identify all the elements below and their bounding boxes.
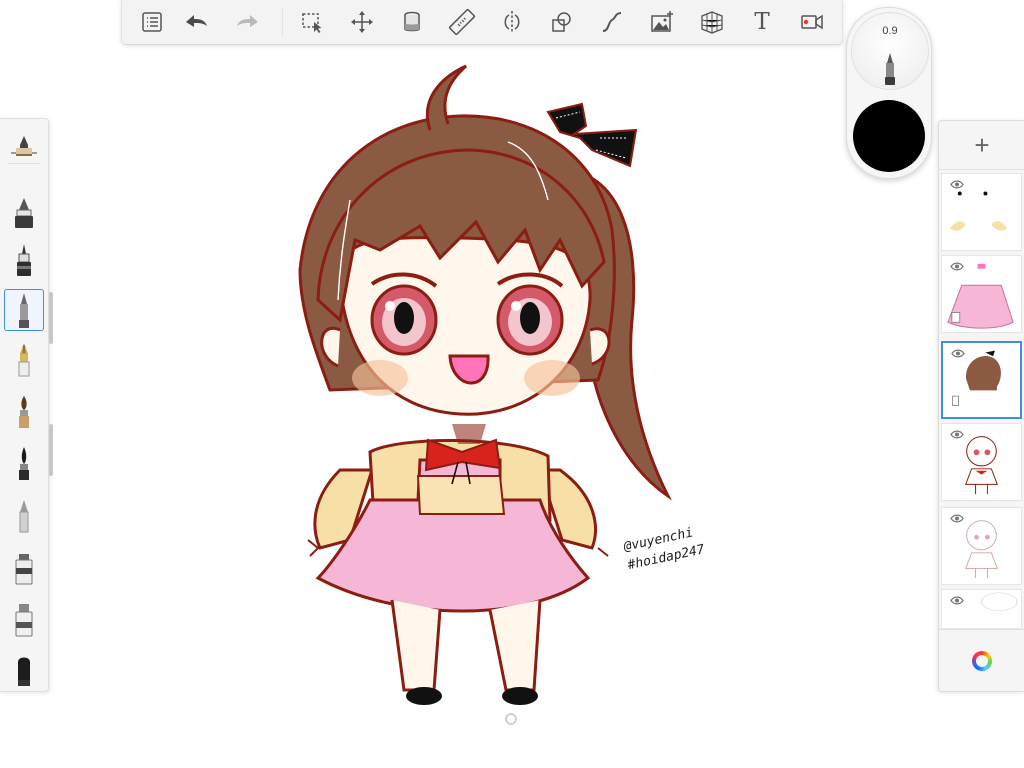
- brush-marker-tip[interactable]: [4, 147, 44, 189]
- move-transform-icon: [351, 11, 373, 33]
- layer-eyes-hands-layer[interactable]: [941, 173, 1022, 251]
- color-wheel-icon[interactable]: [972, 651, 992, 671]
- eye-icon[interactable]: [950, 596, 964, 605]
- brush-pencil[interactable]: [4, 495, 44, 537]
- brush-palette: [0, 118, 49, 692]
- eye-icon[interactable]: [950, 514, 964, 523]
- paint-bucket-icon: [404, 11, 420, 32]
- curve-stroke-icon: [602, 12, 622, 32]
- pencil-icon: [19, 500, 29, 533]
- stroke-button[interactable]: [596, 6, 628, 38]
- legs: [390, 599, 542, 692]
- left-blush: [352, 360, 408, 396]
- text-button[interactable]: T: [746, 6, 778, 38]
- calligraphy-nib-icon: [18, 343, 30, 377]
- right-blush: [524, 360, 580, 396]
- toolbar-divider: [282, 8, 283, 36]
- eye-icon[interactable]: [950, 262, 964, 271]
- ballpoint-pen-icon: [19, 293, 29, 328]
- transform-button[interactable]: [346, 6, 378, 38]
- layer-hair-layer[interactable]: [941, 341, 1022, 419]
- palette-scroll-handle[interactable]: [49, 292, 53, 344]
- layer-lineart-layer[interactable]: [941, 423, 1022, 501]
- airbrush-icon: [15, 604, 33, 637]
- brush-calligraphy-nib[interactable]: [4, 339, 44, 381]
- fill-button[interactable]: [396, 6, 428, 38]
- perspective-button[interactable]: [696, 6, 728, 38]
- left-eye: [370, 284, 438, 356]
- perspective-grid-icon: [701, 11, 723, 34]
- layer-sketch-layer[interactable]: [941, 507, 1022, 585]
- menu-button[interactable]: [136, 6, 168, 38]
- canvas-page-indicator: [505, 713, 517, 725]
- undo-button[interactable]: [180, 6, 212, 38]
- text-tool-icon: T: [754, 8, 770, 35]
- video-record-icon: [801, 14, 823, 30]
- symmetry-icon: [504, 11, 520, 33]
- palette-scroll-handle[interactable]: [49, 424, 53, 476]
- layer-panel: +: [938, 120, 1024, 692]
- sketchbook-app: T 0.9 + @vuyenchi #hoidap247: [0, 0, 1024, 768]
- add-image-icon: [651, 11, 673, 32]
- marker-tip-icon: [16, 148, 32, 156]
- symmetry-button[interactable]: [496, 6, 528, 38]
- ink-brush-icon: [19, 447, 29, 480]
- undo-arrow-icon: [186, 15, 207, 27]
- eye-icon[interactable]: [950, 430, 964, 439]
- brush-chisel-marker[interactable]: [4, 547, 44, 589]
- brush-airbrush[interactable]: [4, 599, 44, 641]
- current-brush-icon: [885, 53, 895, 85]
- brush-felt-pen[interactable]: [4, 191, 44, 233]
- brush-size-value: 0.9: [882, 25, 898, 37]
- left-shoe: [406, 687, 442, 705]
- eye-icon[interactable]: [950, 180, 964, 189]
- brush-fineliner[interactable]: [4, 239, 44, 281]
- chisel-marker-icon: [15, 554, 33, 585]
- list-menu-icon: [142, 12, 162, 32]
- fineliner-icon: [17, 244, 31, 276]
- right-shoe: [502, 687, 538, 705]
- brush-ballpoint-pen[interactable]: [4, 289, 44, 331]
- timelapse-button[interactable]: [796, 6, 828, 38]
- paint-brush-icon: [19, 396, 29, 428]
- right-eye: [496, 284, 564, 356]
- selection-tool-icon: [302, 13, 322, 33]
- brush-blunt-marker[interactable]: [4, 649, 44, 691]
- brush-paint-brush[interactable]: [4, 391, 44, 433]
- redo-button[interactable]: [232, 6, 264, 38]
- shapes-icon: [552, 12, 571, 32]
- felt-pen-icon: [15, 198, 33, 228]
- blunt-marker-icon: [18, 657, 30, 686]
- brush-ink-brush[interactable]: [4, 443, 44, 485]
- ruler-icon: [448, 8, 476, 36]
- layer-dress-layer[interactable]: [941, 255, 1022, 333]
- color-swatch[interactable]: [853, 100, 925, 172]
- add-layer-button[interactable]: +: [939, 121, 1024, 170]
- add-image-button[interactable]: [646, 6, 678, 38]
- neck-shadow: [452, 424, 486, 444]
- ruler-button[interactable]: [446, 6, 478, 38]
- selection-button[interactable]: [296, 6, 328, 38]
- layer-footer: [939, 629, 1024, 691]
- top-toolbar: T: [121, 0, 843, 45]
- brush-size-dial[interactable]: 0.9: [851, 12, 929, 90]
- eye-icon[interactable]: [951, 349, 965, 358]
- redo-arrow-icon: [237, 15, 258, 27]
- dress-bib: [416, 475, 506, 515]
- canvas-artwork[interactable]: [270, 55, 730, 720]
- brush-puck: 0.9: [846, 7, 932, 179]
- shapes-button[interactable]: [546, 6, 578, 38]
- layer-background-layer[interactable]: [941, 589, 1022, 629]
